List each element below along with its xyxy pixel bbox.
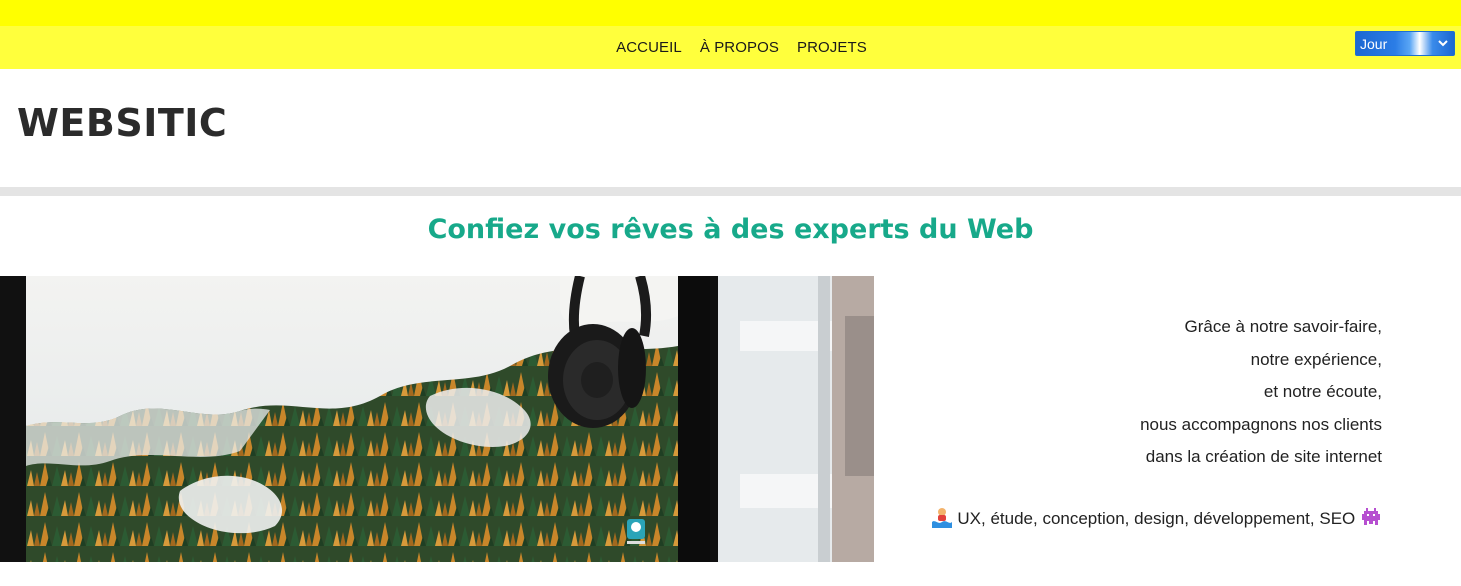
person-in-water-icon [931, 508, 952, 528]
intro-line: Grâce à notre savoir-faire, [1184, 317, 1382, 336]
theme-select-value: Jour [1360, 35, 1388, 52]
services-text: UX, étude, conception, design, développe… [957, 509, 1356, 528]
alien-monster-icon [1362, 508, 1380, 525]
nav-link-projets[interactable]: PROJETS [797, 39, 867, 56]
intro-line: et notre écoute, [1263, 382, 1382, 401]
nav-link-a-propos[interactable]: À PROPOS [700, 39, 779, 56]
site-brand[interactable]: WEBSITIC [17, 101, 227, 145]
intro-line: nous accompagnons nos clients [1140, 414, 1382, 434]
nav-link-accueil[interactable]: ACCUEIL [616, 39, 682, 56]
chevron-down-icon [1438, 40, 1448, 47]
header-divider [0, 187, 1461, 196]
hero-image [0, 276, 874, 562]
page-headline: Confiez vos rêves à des experts du Web [427, 214, 1034, 245]
top-accent-strip [0, 0, 1461, 26]
theme-select[interactable]: Jour [1355, 31, 1455, 56]
nav-links: ACCUEIL À PROPOS PROJETS [0, 26, 1461, 69]
laptop-photo-icon [0, 276, 874, 562]
intro-line: notre expérience, [1250, 349, 1382, 369]
top-navbar: ACCUEIL À PROPOS PROJETS Jour [0, 26, 1461, 69]
services-line: UX, étude, conception, design, développe… [880, 506, 1382, 532]
intro-text: Grâce à notre savoir-faire, notre expéri… [880, 311, 1382, 474]
intro-line: dans la création de site internet [1145, 447, 1382, 466]
